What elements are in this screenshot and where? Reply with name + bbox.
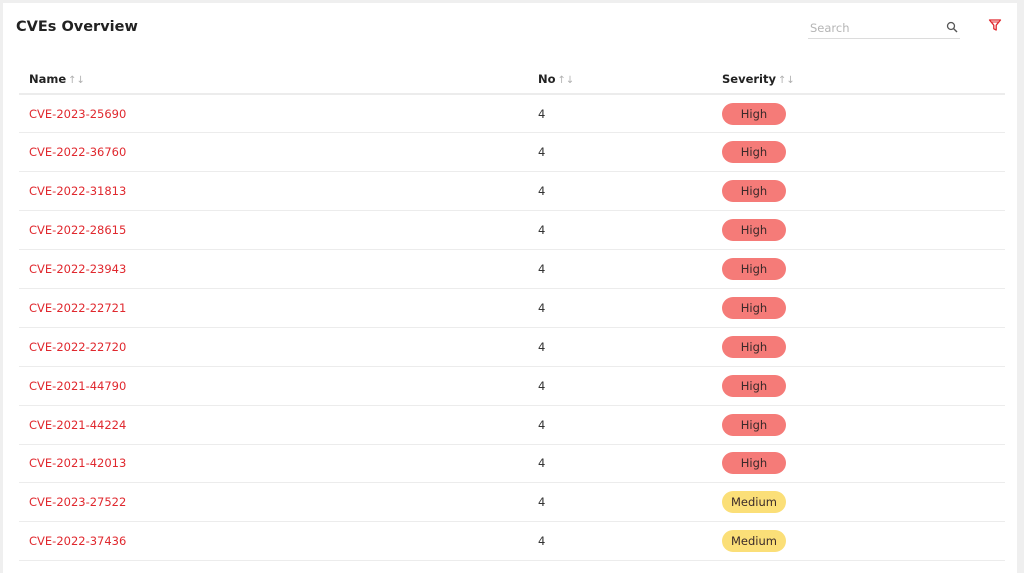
severity-cell: High [712,288,1005,328]
sort-icon[interactable]: ↑↓ [68,75,85,86]
table-row[interactable]: CVE-2021-44790 4 High [19,366,1005,406]
cve-count: 4 [528,94,712,134]
cve-name-link[interactable]: CVE-2023-27522 [19,482,528,523]
table-header-row: Name ↑↓ No ↑↓ Severity ↑↓ [19,65,1005,95]
search-box[interactable] [808,17,960,39]
cve-name-link[interactable]: CVE-2022-28615 [19,210,528,251]
cves-table: Name ↑↓ No ↑↓ Severity ↑↓ CVE-2023-25690 4 Hi… [19,65,1005,562]
search-icon[interactable] [946,21,958,33]
cve-name-link[interactable]: CVE-2022-22721 [19,288,528,328]
filter-icon[interactable] [988,18,1002,32]
severity-badge: High [722,374,786,397]
severity-badge: Medium [722,530,786,553]
table-row[interactable]: CVE-2023-25690 4 High [19,94,1005,134]
severity-cell: Medium [712,482,1005,523]
severity-cell: Medium [712,521,1005,562]
severity-cell: High [712,327,1005,367]
cve-name-link[interactable]: CVE-2021-44224 [19,405,528,445]
cve-count: 4 [528,249,712,289]
cve-count: 4 [528,405,712,445]
sort-icon[interactable]: ↑↓ [558,75,575,86]
severity-badge: High [722,219,786,242]
cve-name-link[interactable]: CVE-2021-44790 [19,366,528,406]
cves-overview-card: CVEs Overview Name↑↓ No↑↓ Severity↑↓ CVE… [3,3,1017,573]
cve-count: 4 [528,444,712,484]
sort-icon[interactable]: ↑↓ [778,75,795,86]
table-row[interactable]: CVE-2022-28615 4 High [19,210,1005,251]
cve-count: 4 [528,171,712,212]
cve-name-link[interactable]: CVE-2022-37436 [19,521,528,562]
cve-count: 4 [528,521,712,562]
severity-cell: High [712,366,1005,406]
cve-count: 4 [528,132,712,173]
cve-name-link[interactable]: CVE-2022-22720 [19,327,528,367]
search-input[interactable] [808,18,928,38]
page-title: CVEs Overview [16,19,138,35]
column-header-severity[interactable]: Severity ↑↓ [712,65,1005,95]
severity-cell: High [712,444,1005,484]
severity-badge: High [722,335,786,358]
severity-badge: High [722,102,786,125]
table-row[interactable]: CVE-2022-23943 4 High [19,249,1005,289]
cve-name-link[interactable]: CVE-2022-31813 [19,171,528,212]
cve-name-link[interactable]: CVE-2022-36760 [19,132,528,173]
cve-count: 4 [528,210,712,251]
cve-count: 4 [528,366,712,406]
cve-count: 4 [528,327,712,367]
severity-cell: High [712,405,1005,445]
cve-count: 4 [528,482,712,523]
severity-cell: High [712,249,1005,289]
table-row[interactable]: CVE-2023-27522 4 Medium [19,482,1005,523]
table-row[interactable]: CVE-2022-36760 4 High [19,132,1005,173]
table-row[interactable]: CVE-2022-22720 4 High [19,327,1005,367]
table-row[interactable]: CVE-2022-31813 4 High [19,171,1005,212]
cve-name-link[interactable]: CVE-2022-23943 [19,249,528,289]
cve-name-link[interactable]: CVE-2021-42013 [19,444,528,484]
severity-badge: High [722,296,786,319]
severity-badge: High [722,141,786,164]
severity-badge: High [722,452,786,475]
table-row[interactable]: CVE-2021-42013 4 High [19,444,1005,484]
column-header-name[interactable]: Name ↑↓ [19,65,528,95]
table-row[interactable]: CVE-2021-44224 4 High [19,405,1005,445]
table-row[interactable]: CVE-2022-37436 4 Medium [19,521,1005,562]
table-row[interactable]: CVE-2022-22721 4 High [19,288,1005,328]
severity-badge: High [722,258,786,280]
severity-cell: High [712,171,1005,212]
severity-badge: High [722,180,786,203]
severity-badge: High [722,413,786,436]
severity-cell: High [712,210,1005,251]
column-header-no[interactable]: No ↑↓ [528,65,712,95]
severity-cell: High [712,94,1005,134]
cve-name-link[interactable]: CVE-2023-25690 [19,94,528,134]
severity-badge: Medium [722,491,786,514]
severity-cell: High [712,132,1005,173]
cve-count: 4 [528,288,712,328]
